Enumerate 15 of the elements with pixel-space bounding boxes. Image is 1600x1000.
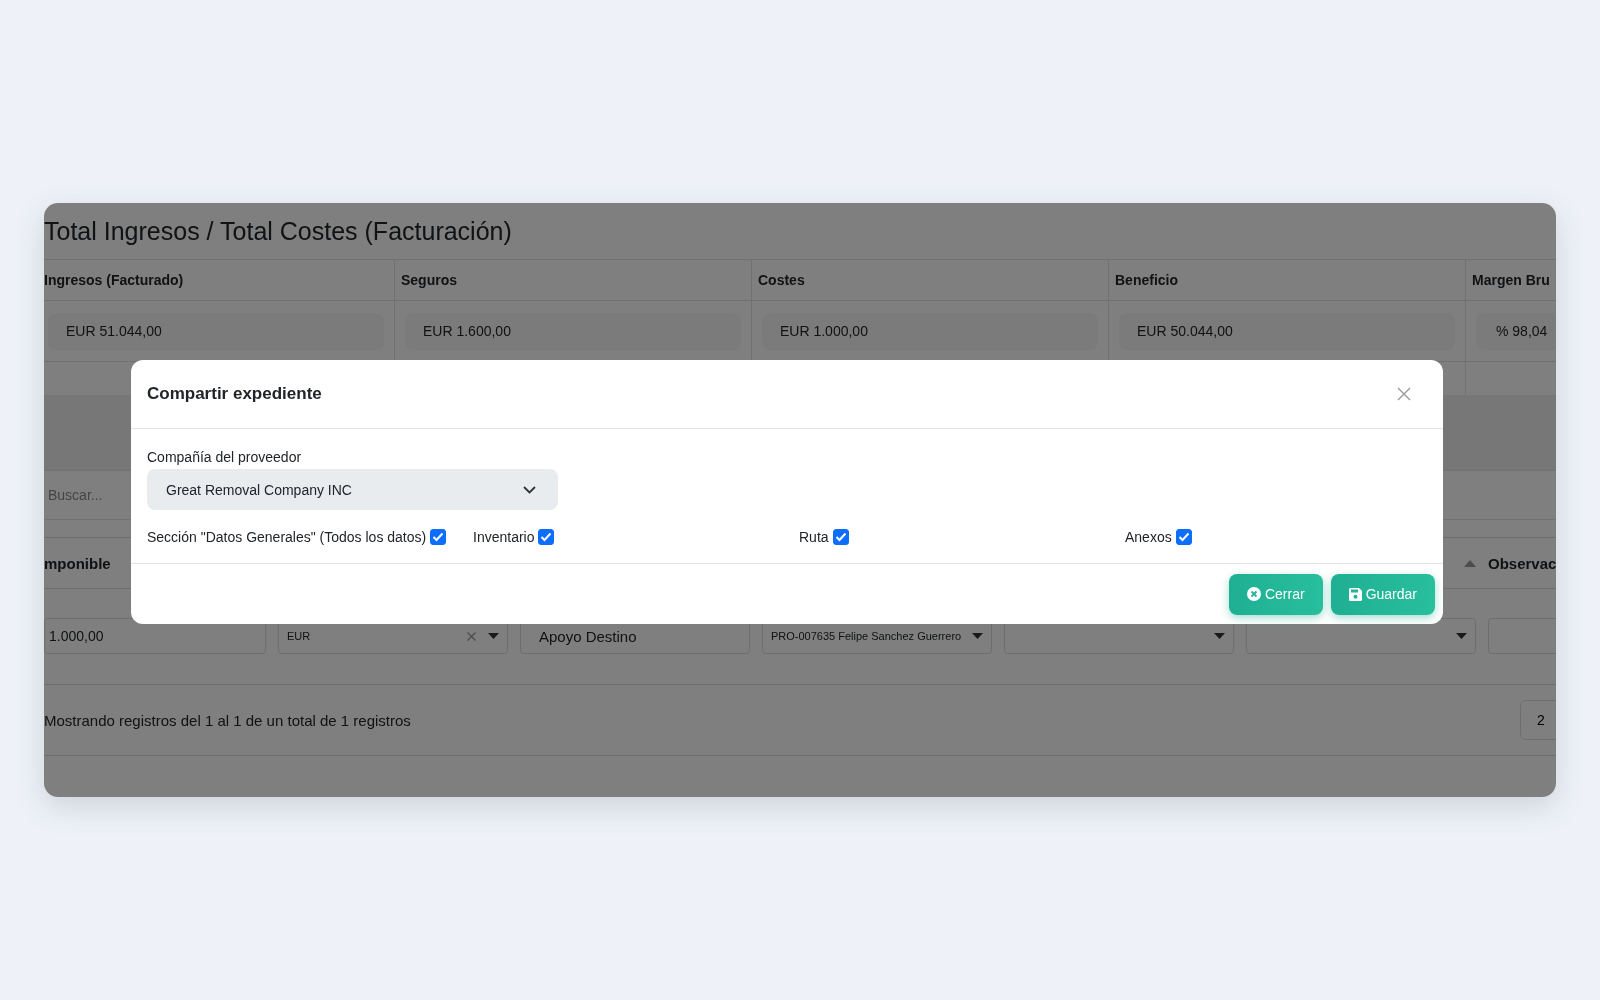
option-label: Inventario	[473, 529, 535, 545]
column-header: Seguros	[401, 272, 457, 288]
records-info: Mostrando registros del 1 al 1 de un total de 1 registros	[44, 711, 411, 729]
dialog-title: Compartir expediente	[147, 384, 322, 404]
column-header: mponible	[44, 554, 111, 572]
column-header: Beneficio	[1115, 272, 1178, 288]
column-header: Costes	[758, 272, 805, 288]
column-header: Margen Bru	[1472, 272, 1550, 288]
column-header: Observac	[1488, 554, 1556, 572]
column-header: Ingresos (Facturado)	[44, 272, 184, 288]
section-title: Total Ingresos / Total Costes (Facturación)	[44, 215, 513, 247]
option-label: Ruta	[799, 529, 829, 545]
field-label: Compañía del proveedor	[147, 449, 303, 465]
option-label: Anexos	[1125, 529, 1172, 545]
option-label: Sección "Datos Generales" (Todos los datos)	[147, 529, 427, 545]
